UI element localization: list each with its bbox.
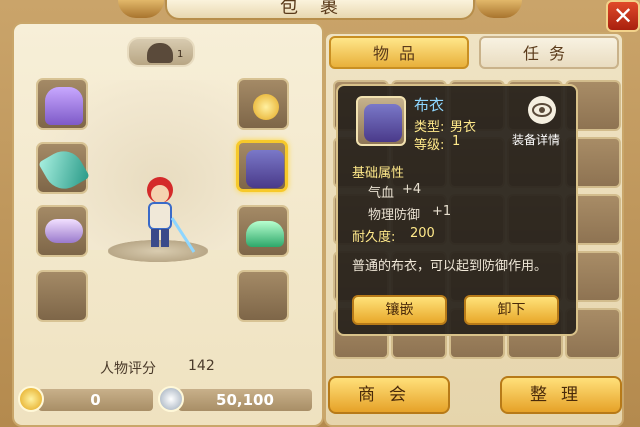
equip-slot-necklace[interactable] [237,78,289,130]
fashion-tab[interactable]: 1 [127,37,195,67]
shop-button[interactable]: 商会 [328,376,450,414]
purple-armor-icon [246,150,284,188]
tab-items[interactable]: 物品 [329,36,469,69]
helmet-icon [147,43,173,63]
gold-coin-icon [18,386,44,412]
score-value: 142 [188,358,215,374]
equip-slot-armor[interactable] [236,140,288,192]
equipment-details-button[interactable]: 装备详情 [512,131,560,148]
durability-value: 200 [410,226,435,241]
eye-icon[interactable] [528,96,556,124]
inlay-button[interactable]: 镶嵌 [352,295,447,325]
equip-slot-empty-left[interactable] [36,270,88,322]
durability-label: 耐久度: [352,230,396,245]
silver-coin-icon [158,386,184,412]
item-type-label: 类型: [414,120,445,135]
attr-name: 气血 [368,186,395,201]
base-attributes-title: 基础属性 [352,166,405,181]
green-shoes-icon [246,221,284,247]
attr-value: +4 [402,182,422,197]
item-type-value: 男衣 [450,120,477,135]
item-level-value: 1 [452,134,461,149]
item-name: 布衣 [414,96,445,114]
gold-amount: 0 [38,389,153,411]
equip-slot-head[interactable] [36,78,88,130]
item-description: 普通的布衣，可以起到防御作用。 [352,259,548,274]
attr-name: 物理防御 [368,208,421,223]
sort-button[interactable]: 整理 [500,376,622,414]
item-level-label: 等级: [414,138,445,153]
jade-sword-icon [38,144,90,196]
purple-belt-icon [45,219,83,243]
silver-amount: 50,100 [178,389,312,411]
equip-slot-shoes[interactable] [237,205,289,257]
equip-slot-empty-right[interactable] [237,270,289,322]
equip-slot-belt[interactable] [36,205,88,257]
gold-pendant-icon [253,94,279,120]
window-title: 包裹 [165,0,475,20]
tooltip-item-slot [356,96,406,146]
attr-value: +1 [432,204,452,219]
close-button[interactable]: ✕ [606,0,640,32]
purple-armor-icon [364,104,402,142]
equip-slot-weapon[interactable] [36,142,90,196]
purple-hat-icon [45,87,83,125]
score-label: 人物评分 [100,361,156,377]
tab-tasks[interactable]: 任务 [479,36,619,69]
fashion-tab-count: 1 [177,49,184,60]
unequip-button[interactable]: 卸下 [464,295,559,325]
character-figure [147,177,196,253]
